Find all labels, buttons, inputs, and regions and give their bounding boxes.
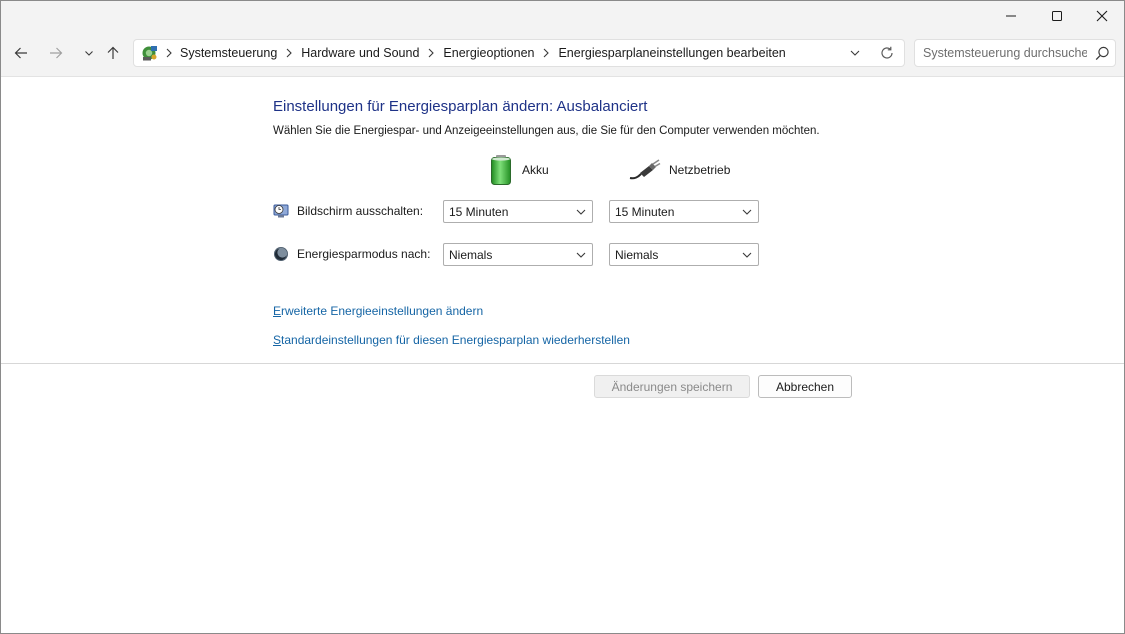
breadcrumb-item-systemsteuerung[interactable]: Systemsteuerung xyxy=(179,46,278,60)
chevron-down-icon xyxy=(85,51,93,56)
link-text: tandardeinstellungen für diesen Energies… xyxy=(281,333,630,347)
select-value: 15 Minuten xyxy=(449,204,509,219)
chevron-right-icon[interactable] xyxy=(420,40,442,66)
breadcrumb-item-hardware-und-sound[interactable]: Hardware und Sound xyxy=(300,46,420,60)
sleep-battery-select[interactable]: Niemals xyxy=(443,243,593,266)
chevron-down-icon xyxy=(742,252,752,258)
breadcrumb-item-plan-settings[interactable]: Energiesparplaneinstellungen bearbeiten xyxy=(557,46,786,60)
recent-locations-button[interactable] xyxy=(77,41,101,65)
setting-label-display-off: Bildschirm ausschalten: xyxy=(297,204,424,218)
moon-sleep-icon xyxy=(274,247,288,261)
search-icon[interactable] xyxy=(1095,46,1110,61)
select-value: Niemals xyxy=(449,247,493,262)
power-plug-icon xyxy=(629,159,661,180)
setting-row-sleep: Energiesparmodus nach: xyxy=(273,243,430,265)
restore-defaults-link[interactable]: Standardeinstellungen für diesen Energie… xyxy=(273,333,630,347)
back-button[interactable] xyxy=(9,41,33,65)
setting-row-display-off: Bildschirm ausschalten: xyxy=(273,200,423,222)
title-bar xyxy=(1,1,1124,31)
refresh-icon[interactable] xyxy=(879,45,895,61)
search-box[interactable] xyxy=(914,39,1116,67)
sleep-plugged-select[interactable]: Niemals xyxy=(609,243,759,266)
select-value: 15 Minuten xyxy=(615,204,675,219)
monitor-clock-icon xyxy=(273,204,289,218)
arrow-left-icon xyxy=(14,47,27,59)
page-title: Einstellungen für Energiesparplan ändern… xyxy=(273,98,648,115)
setting-label-sleep: Energiesparmodus nach: xyxy=(297,247,431,261)
advanced-power-settings-link[interactable]: Erweiterte Energieeinstellungen ändern xyxy=(273,304,483,318)
chevron-right-icon[interactable] xyxy=(278,40,300,66)
up-button[interactable] xyxy=(101,41,125,65)
control-panel-window: Systemsteuerung Hardware und Sound Energ… xyxy=(0,0,1125,634)
maximize-button[interactable] xyxy=(1034,1,1080,31)
chevron-right-icon xyxy=(166,48,172,58)
close-icon xyxy=(1096,10,1108,22)
column-label-battery: Akku xyxy=(522,163,549,177)
select-value: Niemals xyxy=(615,247,659,262)
chevron-right-icon[interactable] xyxy=(535,40,557,66)
column-label-plugged-in: Netzbetrieb xyxy=(669,163,731,177)
battery-icon xyxy=(491,155,511,185)
address-bar[interactable]: Systemsteuerung Hardware und Sound Energ… xyxy=(133,39,905,67)
display-off-plugged-select[interactable]: 15 Minuten xyxy=(609,200,759,223)
chevron-down-icon xyxy=(742,209,752,215)
arrow-up-icon xyxy=(107,46,119,59)
address-toolbar: Systemsteuerung Hardware und Sound Energ… xyxy=(1,31,1124,77)
maximize-icon xyxy=(1052,11,1062,21)
column-header-plugged-in: Netzbetrieb xyxy=(629,153,730,187)
save-changes-button[interactable]: Änderungen speichern xyxy=(594,375,750,398)
chevron-down-icon xyxy=(576,252,586,258)
breadcrumb: Systemsteuerung Hardware und Sound Energ… xyxy=(179,40,787,66)
column-header-battery: Akku xyxy=(488,153,549,187)
page-description: Wählen Sie die Energiespar- und Anzeigee… xyxy=(273,125,820,137)
access-key-letter: S xyxy=(273,333,282,347)
content-area: Einstellungen für Energiesparplan ändern… xyxy=(1,77,1124,633)
access-key-letter: E xyxy=(273,304,282,318)
minimize-icon xyxy=(1006,15,1016,17)
breadcrumb-item-energieoptionen[interactable]: Energieoptionen xyxy=(442,46,535,60)
link-text: rweiterte Energieeinstellungen ändern xyxy=(281,304,484,318)
control-panel-icon xyxy=(142,46,157,61)
display-off-battery-select[interactable]: 15 Minuten xyxy=(443,200,593,223)
divider xyxy=(1,363,1124,364)
chevron-down-icon xyxy=(576,209,586,215)
cancel-button[interactable]: Abbrechen xyxy=(758,375,852,398)
minimize-button[interactable] xyxy=(988,1,1034,31)
arrow-right-icon xyxy=(50,47,63,59)
close-button[interactable] xyxy=(1079,1,1124,31)
forward-button[interactable] xyxy=(44,41,68,65)
search-input[interactable] xyxy=(923,40,1087,66)
address-history-chevron-icon[interactable] xyxy=(849,47,861,59)
